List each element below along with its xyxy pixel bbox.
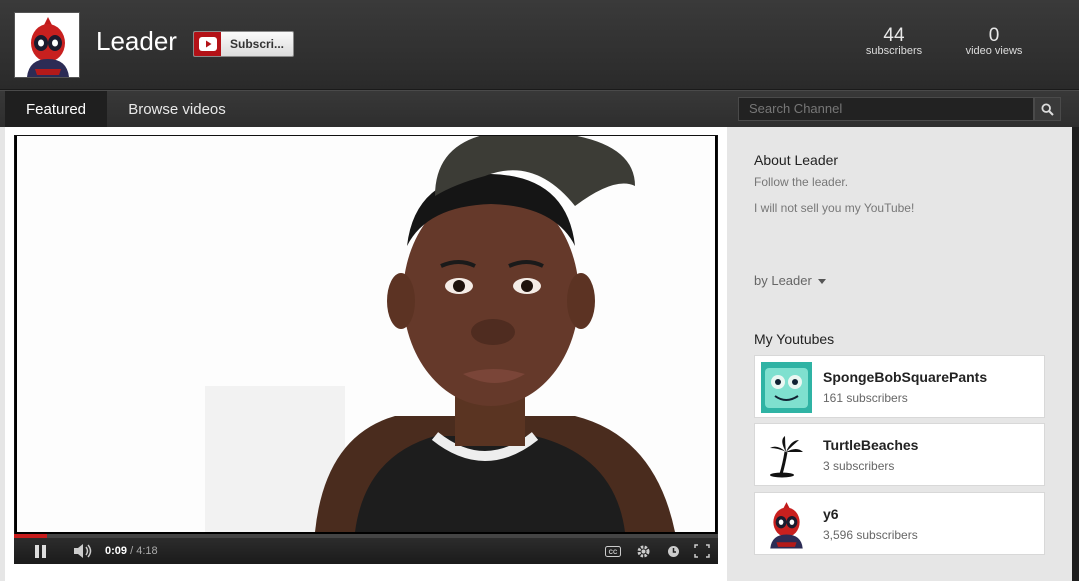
current-time: 0:09 xyxy=(105,545,128,557)
pause-button[interactable] xyxy=(28,538,54,564)
featured-channel-item[interactable]: y6 3,596 subscribers xyxy=(754,492,1045,555)
deadpool-thumbnail-icon xyxy=(761,499,812,550)
palm-tree-thumbnail-icon xyxy=(761,430,812,481)
fullscreen-icon xyxy=(694,544,710,558)
youtube-play-icon xyxy=(194,32,221,56)
video-player[interactable] xyxy=(14,135,718,535)
byline-dropdown[interactable]: by Leader xyxy=(754,273,826,288)
featured-channel-item[interactable]: TurtleBeaches 3 subscribers xyxy=(754,423,1045,486)
page-edge xyxy=(1072,127,1079,581)
subscribe-label: Subscri... xyxy=(229,37,285,51)
tab-browse-videos[interactable]: Browse videos xyxy=(118,91,236,127)
channel-page: Leader Subscri... 44 subscribers 0 video… xyxy=(0,0,1079,581)
search-icon xyxy=(1041,102,1054,116)
volume-icon xyxy=(74,544,92,558)
channel-title: Leader xyxy=(96,26,177,56)
search-button[interactable] xyxy=(1034,97,1061,121)
search-channel-input[interactable]: Search Channel xyxy=(738,97,1034,121)
channel-subscribers: 3,596 subscribers xyxy=(823,528,918,542)
video-time: 0:09 / 4:18 xyxy=(105,538,158,564)
views-count: 0 xyxy=(988,25,1000,46)
pause-icon xyxy=(35,544,46,558)
fullscreen-button[interactable] xyxy=(690,538,714,564)
subscriber-caption: subscribers xyxy=(865,45,923,57)
chevron-down-icon xyxy=(817,279,826,284)
watch-later-button[interactable] xyxy=(662,538,684,564)
duration: 4:18 xyxy=(136,545,158,557)
cc-icon: CC xyxy=(605,545,621,557)
channel-name: TurtleBeaches xyxy=(823,437,919,453)
views-stat: 0 video views xyxy=(960,26,1028,57)
deadpool-avatar-icon xyxy=(15,13,79,77)
subscribe-button[interactable]: Subscri... xyxy=(193,31,294,57)
about-line-1: Follow the leader. xyxy=(754,175,849,189)
channel-name: SpongeBobSquarePants xyxy=(823,369,988,385)
channel-subscribers: 161 subscribers xyxy=(823,391,908,405)
svg-text:CC: CC xyxy=(609,550,618,556)
captions-button[interactable]: CC xyxy=(602,538,624,564)
subscriber-stat: 44 subscribers xyxy=(860,26,928,57)
spongebob-thumbnail-icon xyxy=(761,362,812,413)
about-line-2: I will not sell you my YouTube! xyxy=(754,201,915,215)
settings-button[interactable] xyxy=(632,538,654,564)
video-controls: 0:09 / 4:18 CC xyxy=(14,538,718,564)
channel-header: Leader Subscri... 44 subscribers 0 video… xyxy=(0,0,1079,90)
featured-channel-item[interactable]: SpongeBobSquarePants 161 subscribers xyxy=(754,355,1045,418)
channel-nav: Featured Browse videos Search Channel xyxy=(0,90,1079,127)
byline-text: by Leader xyxy=(754,273,812,288)
channel-avatar[interactable] xyxy=(14,12,80,78)
clock-icon xyxy=(667,545,679,557)
volume-button[interactable] xyxy=(70,538,96,564)
channel-name: y6 xyxy=(823,506,839,522)
views-caption: video views xyxy=(965,45,1023,57)
channel-subscribers: 3 subscribers xyxy=(823,459,895,473)
about-title: About Leader xyxy=(754,152,839,168)
gear-icon xyxy=(637,545,649,557)
tab-featured[interactable]: Featured xyxy=(5,91,107,127)
time-separator: / xyxy=(127,545,137,557)
my-youtubes-title: My Youtubes xyxy=(754,331,835,347)
subscriber-count: 44 xyxy=(883,25,905,46)
video-frame-image xyxy=(17,136,715,532)
